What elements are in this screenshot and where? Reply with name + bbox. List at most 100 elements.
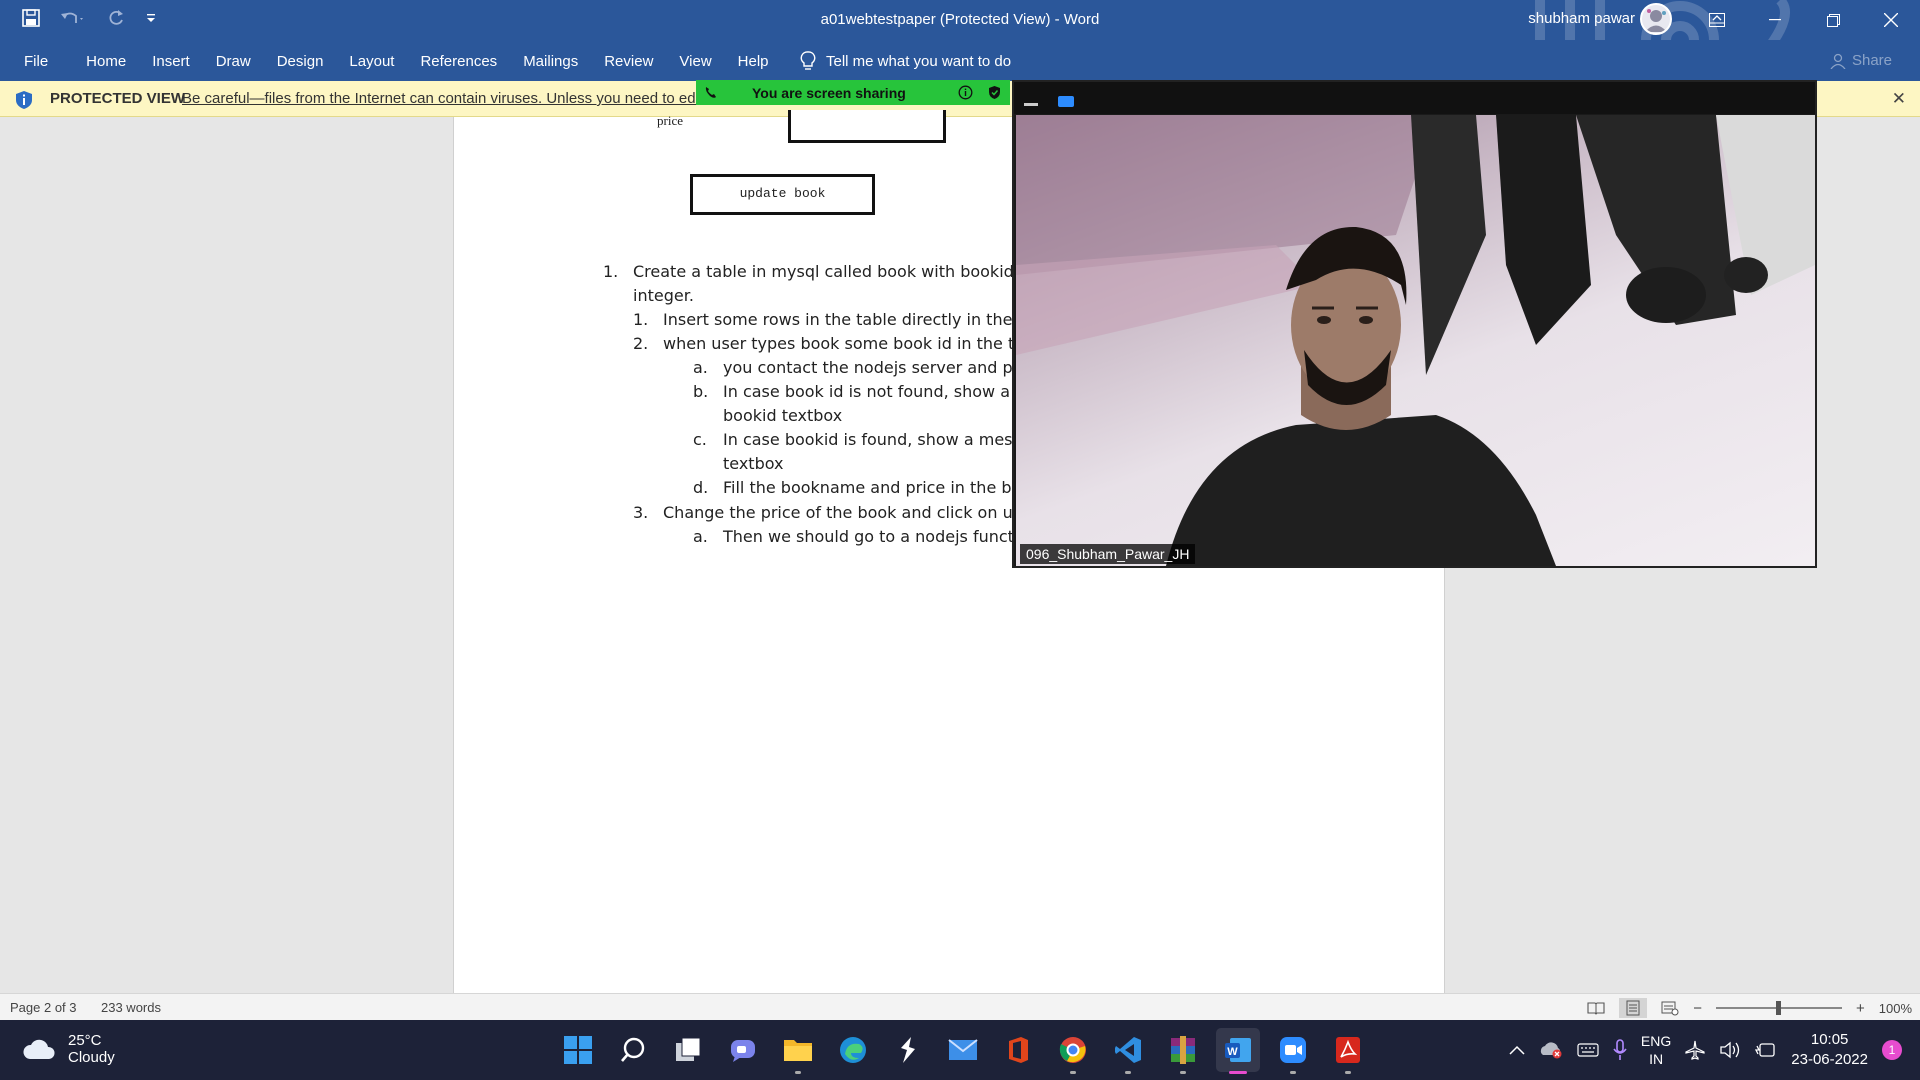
list-marker: d.	[693, 478, 709, 497]
tab-view[interactable]: View	[679, 53, 711, 70]
acrobat-button[interactable]	[1326, 1028, 1370, 1074]
task-view-button[interactable]	[666, 1028, 710, 1072]
info-icon[interactable]	[958, 85, 973, 100]
battery-icon[interactable]	[1755, 1041, 1777, 1059]
cloud-icon	[23, 1039, 55, 1059]
vscode-button[interactable]	[1106, 1028, 1150, 1074]
screen-sharing-banner[interactable]: You are screen sharing	[696, 80, 1010, 105]
list-item-text: Then we should go to a nodejs function	[723, 527, 1039, 546]
tab-design[interactable]: Design	[277, 53, 324, 70]
clock[interactable]: 10:05 23-06-2022	[1791, 1030, 1868, 1070]
ribbon-display-button[interactable]	[1688, 0, 1746, 40]
share-button[interactable]: Share	[1830, 52, 1892, 69]
tab-references[interactable]: References	[420, 53, 497, 70]
camera-image	[1016, 115, 1815, 566]
close-icon[interactable]: ✕	[1892, 89, 1906, 109]
onedrive-icon[interactable]	[1539, 1041, 1563, 1059]
microphone-icon[interactable]	[1613, 1039, 1627, 1061]
zoom-button[interactable]	[1271, 1028, 1315, 1074]
weather-widget[interactable]: 25°C Cloudy	[22, 1032, 115, 1066]
list-item-text: you contact the nodejs server and pick	[723, 358, 1036, 377]
sublime-button[interactable]	[886, 1028, 930, 1072]
list-marker: a.	[693, 358, 708, 377]
running-indicator	[1125, 1071, 1131, 1074]
file-explorer-button[interactable]	[776, 1028, 820, 1074]
price-label: price	[657, 113, 683, 128]
running-indicator	[1345, 1071, 1351, 1074]
chrome-icon	[1059, 1037, 1086, 1063]
pdf-icon	[1336, 1037, 1360, 1063]
tab-file[interactable]: File	[24, 53, 48, 70]
chat-icon	[731, 1040, 755, 1062]
zoom-in-icon[interactable]: +	[1856, 1000, 1865, 1017]
lightning-icon	[901, 1037, 915, 1063]
chevron-up-icon[interactable]	[1509, 1045, 1525, 1055]
close-icon	[1884, 13, 1898, 27]
shield-info-icon	[16, 91, 32, 109]
airplane-icon[interactable]	[1685, 1040, 1705, 1060]
print-layout-icon[interactable]	[1619, 998, 1648, 1018]
keyboard-icon[interactable]	[1577, 1042, 1599, 1058]
tab-mailings[interactable]: Mailings	[523, 53, 578, 70]
teams-chat-button[interactable]	[721, 1028, 765, 1072]
close-button[interactable]	[1862, 0, 1920, 40]
running-indicator	[1070, 1071, 1076, 1074]
word-count[interactable]: 233 words	[101, 1000, 161, 1015]
video-window[interactable]: 096_Shubham_Pawar_JH	[1012, 80, 1817, 568]
notification-badge[interactable]: 1	[1882, 1040, 1902, 1060]
mail-button[interactable]	[941, 1028, 985, 1072]
list-item-text: Change the price of the book and click o…	[663, 503, 1043, 522]
web-layout-icon[interactable]	[1661, 1000, 1679, 1016]
tell-me-box[interactable]: Tell me what you want to do	[800, 51, 1011, 71]
list-item-text: Create a table in mysql called book with…	[633, 262, 1050, 281]
restore-button[interactable]	[1804, 0, 1862, 40]
volume-icon[interactable]	[1719, 1041, 1741, 1059]
tab-layout[interactable]: Layout	[349, 53, 394, 70]
minimize-icon[interactable]	[1024, 103, 1038, 106]
language-indicator[interactable]: ENG IN	[1641, 1032, 1671, 1068]
minimize-button[interactable]	[1746, 0, 1804, 40]
vscode-icon	[1115, 1037, 1141, 1063]
list-item-text: Fill the bookname and price in the boo	[723, 478, 1032, 497]
avatar[interactable]	[1640, 3, 1672, 35]
status-bar: Page 2 of 3 233 words − + 100%	[0, 993, 1920, 1020]
maximize-icon[interactable]	[1058, 96, 1074, 107]
list-item-text: Insert some rows in the table directly i…	[663, 310, 1043, 329]
participant-name: 096_Shubham_Pawar_JH	[1020, 544, 1196, 564]
zoom-thumb[interactable]	[1775, 1001, 1781, 1015]
shield-check-icon[interactable]	[987, 85, 1002, 100]
edge-button[interactable]	[831, 1028, 875, 1072]
office-button[interactable]	[996, 1028, 1040, 1072]
clock-date: 23-06-2022	[1791, 1051, 1868, 1068]
list-item: 1.	[603, 262, 618, 281]
read-mode-icon[interactable]	[1587, 1001, 1605, 1015]
task-view-icon	[676, 1037, 701, 1061]
list-item-text: In case book id is not found, show a me	[723, 382, 1041, 401]
page-count[interactable]: Page 2 of 3	[10, 1000, 77, 1015]
windows-icon	[564, 1036, 592, 1064]
tab-help[interactable]: Help	[738, 53, 769, 70]
running-indicator	[1229, 1071, 1247, 1074]
user-name[interactable]: shubham pawar	[1528, 10, 1635, 27]
tab-home[interactable]: Home	[86, 53, 126, 70]
video-camera-icon	[1280, 1037, 1306, 1063]
protected-view-message[interactable]: Be careful—files from the Internet can c…	[182, 90, 703, 107]
zoom-slider[interactable]	[1715, 1001, 1842, 1015]
taskbar-apps: W	[556, 1028, 1370, 1074]
list-marker: 2.	[633, 334, 649, 353]
search-icon	[621, 1037, 645, 1062]
zoom-out-icon[interactable]: −	[1693, 1000, 1702, 1017]
tab-draw[interactable]: Draw	[216, 53, 251, 70]
winrar-button[interactable]	[1161, 1028, 1205, 1074]
price-textbox	[788, 110, 946, 143]
zoom-level[interactable]: 100%	[1879, 1001, 1912, 1016]
tab-review[interactable]: Review	[604, 53, 653, 70]
word-button[interactable]: W	[1216, 1028, 1260, 1074]
tab-insert[interactable]: Insert	[152, 53, 190, 70]
chrome-button[interactable]	[1051, 1028, 1095, 1074]
start-button[interactable]	[556, 1028, 600, 1072]
share-label: Share	[1851, 52, 1892, 69]
list-marker: 3.	[633, 503, 649, 522]
video-window-titlebar[interactable]	[1014, 82, 1815, 114]
search-button[interactable]	[611, 1028, 655, 1072]
